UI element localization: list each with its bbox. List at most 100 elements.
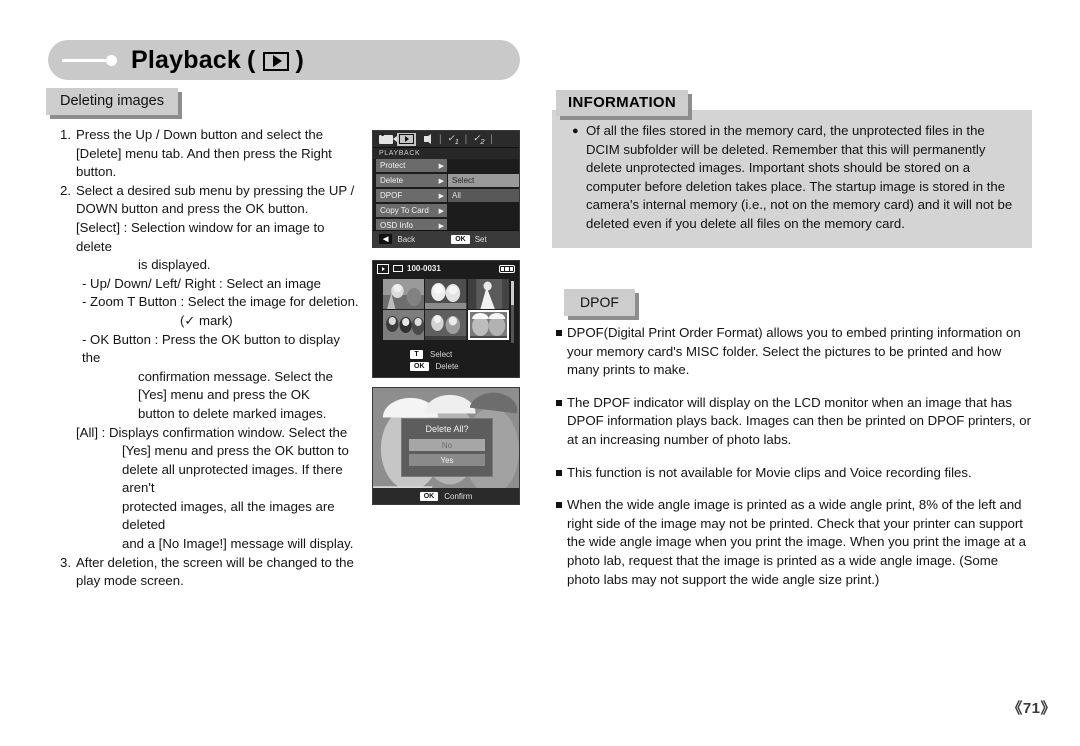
scrollbar-thumb[interactable] bbox=[511, 281, 514, 305]
menu-item-protect[interactable]: Protect ▶ bbox=[376, 159, 447, 172]
set-label: Set bbox=[474, 234, 487, 244]
dpof-list-item: The DPOF indicator will display on the L… bbox=[556, 394, 1034, 450]
lcd-screenshot-thumbnails: 100-0031 T Select OK Delete bbox=[372, 260, 520, 378]
ok-key-icon: OK bbox=[419, 491, 439, 501]
speaker-icon bbox=[418, 133, 437, 146]
lcd-submenu-list: Select All bbox=[447, 159, 519, 234]
battery-icon bbox=[499, 264, 515, 273]
all-submenu-description: [All] : Displays confirmation window. Se… bbox=[76, 424, 348, 440]
submenu-item-all[interactable]: All bbox=[448, 189, 519, 202]
ok-key-icon: OK bbox=[410, 362, 429, 371]
playback-icon bbox=[397, 132, 416, 146]
instruction-step-3: 3. After deletion, the screen will be ch… bbox=[60, 554, 360, 591]
back-key-icon: ◀ bbox=[379, 234, 393, 244]
ok-key-label: Delete bbox=[435, 362, 459, 371]
information-paragraph: Of all the files stored in the memory ca… bbox=[586, 123, 1013, 231]
select-submenu-description-cont: is displayed. bbox=[138, 257, 211, 273]
checkmark-note: (✓ mark) bbox=[60, 312, 360, 331]
lcd-screenshot-confirm-dialog: Delete All? No Yes OK Confirm bbox=[372, 387, 520, 505]
lcd-menu-area: Protect ▶ Delete ▶ DPOF ▶ Copy To Card ▶… bbox=[373, 159, 519, 234]
dialog-option-yes[interactable]: Yes bbox=[409, 454, 485, 466]
banner-dot-decoration bbox=[106, 54, 117, 66]
dpof-item-text: The DPOF indicator will display on the L… bbox=[567, 394, 1031, 447]
menu-item-copy-to-card-label: Copy To Card bbox=[380, 206, 429, 215]
step-2-body: Select a desired sub menu by pressing th… bbox=[76, 182, 360, 219]
chevron-right-icon: ▶ bbox=[438, 162, 444, 170]
dpof-item-text: When the wide angle image is printed as … bbox=[567, 497, 1026, 587]
step-2-line-2: DOWN button and press the OK button. bbox=[76, 201, 309, 217]
thumbnail-item[interactable] bbox=[383, 279, 425, 309]
key-hint-delete: OK Delete bbox=[410, 362, 482, 371]
information-panel: ● Of all the files stored in the memory … bbox=[552, 110, 1032, 248]
dpof-item-text: This function is not available for Movie… bbox=[567, 464, 972, 480]
instructions-column: 1. Press the Up / Down button and select… bbox=[60, 126, 360, 591]
dialog-title: Delete All? bbox=[425, 424, 469, 434]
key-hint-select: T Select bbox=[410, 350, 482, 359]
ok-button-line-2: [Yes] menu and press the OK bbox=[138, 387, 310, 403]
dpof-tab: DPOF bbox=[564, 289, 635, 316]
instruction-step-2: 2. Select a desired sub menu by pressing… bbox=[60, 182, 360, 219]
dialog-option-no[interactable]: No bbox=[409, 439, 485, 451]
confirm-label: Confirm bbox=[444, 491, 473, 501]
thumbnail-item[interactable] bbox=[467, 279, 509, 309]
step-2-line-1: Select a desired sub menu by pressing th… bbox=[76, 182, 355, 198]
page-title: Playback ( ) bbox=[131, 46, 304, 75]
step-1-line-2: [Delete] menu tab. And then press the Ri… bbox=[76, 145, 332, 161]
bullet-dot-icon: ● bbox=[572, 125, 579, 137]
instruction-step-1: 1. Press the Up / Down button and select… bbox=[60, 126, 360, 182]
thumbnail-scrollbar[interactable] bbox=[511, 281, 514, 343]
tab-separator-1: | bbox=[439, 133, 442, 145]
section-tab-deleting-images: Deleting images bbox=[46, 88, 178, 115]
t-key-icon: T bbox=[410, 350, 423, 359]
all-line-4: and a [No Image!] message will display. bbox=[122, 536, 354, 552]
lcd-thumbs-key-hints: T Select OK Delete bbox=[373, 350, 519, 371]
menu-item-protect-label: Protect bbox=[380, 161, 406, 170]
memory-card-icon bbox=[393, 265, 403, 272]
all-line-2: delete all unprotected images. If there … bbox=[122, 461, 343, 496]
checkmark-icon: ✓ bbox=[184, 312, 196, 328]
dpof-list: DPOF(Digital Print Order Format) allows … bbox=[556, 324, 1034, 603]
thumbnail-item[interactable] bbox=[383, 310, 425, 340]
page-title-banner: Playback ( ) bbox=[48, 40, 520, 80]
step-3-number: 3. bbox=[60, 554, 71, 570]
menu-item-dpof-label: DPOF bbox=[380, 191, 403, 200]
step-1-body: Press the Up / Down button and select th… bbox=[76, 126, 360, 182]
sub-point-updownleftright: - Up/ Down/ Left/ Right : Select an imag… bbox=[82, 275, 321, 291]
thumbnail-item[interactable] bbox=[425, 310, 467, 340]
back-label: Back bbox=[397, 234, 416, 244]
thumbnail-item-selected[interactable] bbox=[467, 310, 509, 340]
step-3-body: After deletion, the screen will be chang… bbox=[76, 554, 360, 591]
paren-open: ( bbox=[247, 45, 256, 74]
menu-item-delete[interactable]: Delete ▶ bbox=[376, 174, 447, 187]
chevron-right-icon: ▶ bbox=[438, 222, 444, 230]
all-line-3: protected images, all the images are del… bbox=[122, 498, 335, 533]
thumbnail-item[interactable] bbox=[425, 279, 467, 309]
ok-key-icon: OK bbox=[451, 234, 470, 244]
dpof-list-item: When the wide angle image is printed as … bbox=[556, 496, 1034, 589]
setup1-icon: ✓1 bbox=[447, 132, 459, 146]
lcd-screenshot-menu: | ✓1 | ✓2 | PLAYBACK Protect ▶ Delete ▶ … bbox=[372, 130, 520, 248]
page-number: 《71》 bbox=[1007, 700, 1056, 717]
banner-dash-decoration bbox=[62, 58, 108, 62]
step-1-line-1: Press the Up / Down button and select th… bbox=[76, 127, 324, 142]
chevron-right-icon: ▶ bbox=[438, 177, 444, 185]
menu-item-copy-to-card[interactable]: Copy To Card ▶ bbox=[376, 204, 447, 217]
information-tab: INFORMATION bbox=[556, 90, 689, 116]
menu-item-dpof[interactable]: DPOF ▶ bbox=[376, 189, 447, 202]
all-line-1: [Yes] menu and press the OK button to bbox=[122, 443, 349, 459]
ok-button-line-1: confirmation message. Select the bbox=[138, 368, 333, 384]
sub-point-zoom-t-button: - Zoom T Button : Select the image for d… bbox=[82, 294, 359, 310]
ok-button-description: - OK Button : Press the OK button to dis… bbox=[82, 331, 341, 366]
t-key-label: Select bbox=[430, 350, 453, 359]
chevron-right-icon: ▶ bbox=[438, 207, 444, 215]
lcd-tab-bar: | ✓1 | ✓2 | bbox=[373, 131, 519, 148]
menu-item-delete-label: Delete bbox=[380, 176, 404, 185]
step-3-line-1: After deletion, the screen will be chang… bbox=[76, 554, 354, 570]
information-bullet-item: ● Of all the files stored in the memory … bbox=[572, 122, 1014, 234]
lcd-thumbs-header: 100-0031 bbox=[373, 261, 519, 276]
step-1-number: 1. bbox=[60, 127, 71, 142]
thumbnail-grid bbox=[383, 279, 509, 340]
paren-close: ) bbox=[295, 45, 305, 74]
submenu-item-select[interactable]: Select bbox=[448, 174, 519, 187]
tab-separator-3: | bbox=[490, 133, 493, 145]
